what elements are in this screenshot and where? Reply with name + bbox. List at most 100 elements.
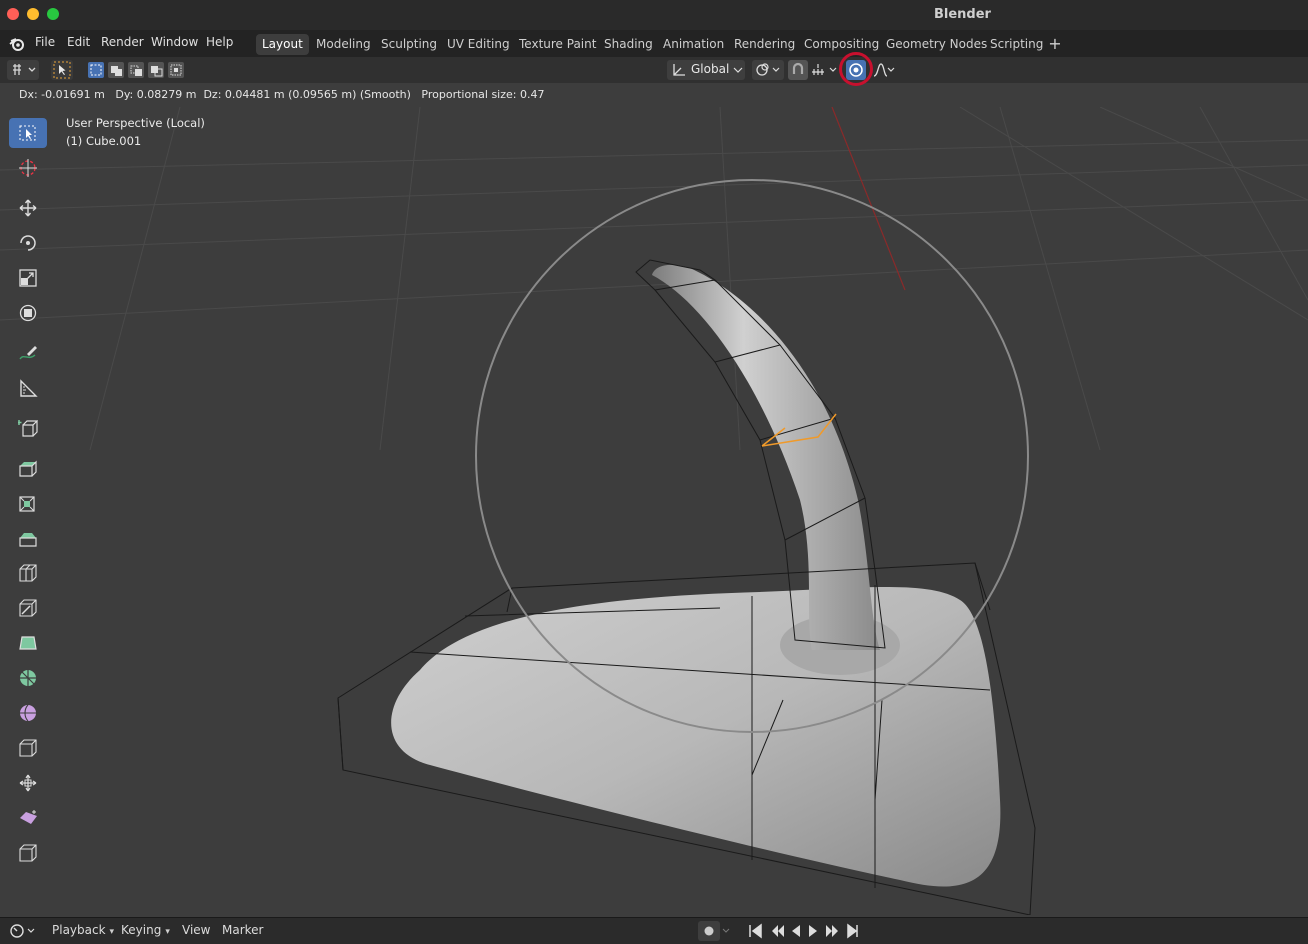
tool-rotate[interactable] (9, 228, 47, 258)
grid-floor (0, 107, 1308, 451)
tab-shading[interactable]: Shading (598, 34, 659, 55)
proportional-size: Proportional size: 0.47 (421, 88, 545, 101)
jump-start-button[interactable] (749, 923, 762, 939)
keying-label: Keying (121, 923, 162, 937)
shear-icon (20, 810, 37, 824)
tool-edge-slide[interactable] (9, 733, 47, 763)
snapping-group (788, 60, 838, 80)
timeline-playback-menu[interactable]: Playback ▾ (52, 923, 114, 937)
select-invert-icon[interactable] (148, 62, 164, 78)
tool-measure[interactable] (9, 373, 47, 403)
close-window-button[interactable] (7, 8, 19, 20)
3d-viewport[interactable]: User Perspective (Local) (1) Cube.001 (0, 107, 1308, 915)
tool-scale[interactable] (9, 263, 47, 293)
tab-sculpting[interactable]: Sculpting (375, 34, 443, 55)
chevron-down-icon (733, 67, 743, 73)
add-workspace-button[interactable]: + (1046, 34, 1064, 54)
snap-magnet-icon[interactable] (788, 60, 808, 80)
maximize-window-button[interactable] (47, 8, 59, 20)
select-new-icon[interactable] (88, 62, 104, 78)
cursor-arrow-icon (53, 61, 71, 79)
window-title: Blender (934, 7, 991, 22)
base-mesh[interactable] (391, 587, 1001, 887)
tool-inset[interactable] (9, 488, 47, 518)
tool-add-cube[interactable] (9, 413, 47, 443)
minimize-window-button[interactable] (27, 8, 39, 20)
tool-knife[interactable] (9, 593, 47, 623)
tab-uv-editing[interactable]: UV Editing (441, 34, 516, 55)
tool-poly-build[interactable] (9, 628, 47, 658)
viewport-object-label: (1) Cube.001 (66, 134, 142, 148)
tab-rendering[interactable]: Rendering (728, 34, 801, 55)
proportional-falloff-dropdown[interactable] (872, 60, 898, 80)
tool-extrude[interactable] (9, 453, 47, 483)
delta-z: Dz: 0.04481 m (0.09565 m) (Smooth) (203, 88, 411, 101)
tab-geometry-nodes[interactable]: Geometry Nodes (880, 34, 993, 55)
tab-animation[interactable]: Animation (657, 34, 730, 55)
record-button[interactable] (698, 921, 720, 941)
rotate-icon (20, 235, 36, 251)
annotate-icon (19, 346, 37, 360)
tab-modeling[interactable]: Modeling (310, 34, 377, 55)
tool-smooth[interactable] (9, 698, 47, 728)
jump-end-button[interactable] (847, 923, 858, 939)
tool-rip[interactable] (9, 838, 47, 868)
orientation-axes-icon (673, 64, 685, 76)
tool-move[interactable] (9, 193, 47, 223)
transform-icon (19, 304, 37, 322)
timeline-keying-menu[interactable]: Keying ▾ (121, 923, 170, 937)
delta-x: Dx: -0.01691 m (19, 88, 105, 101)
tab-scripting[interactable]: Scripting (984, 34, 1049, 55)
poly-build-icon (19, 636, 37, 650)
smooth-icon (20, 704, 36, 722)
spin-icon (20, 670, 36, 686)
timeline-marker-menu[interactable]: Marker (222, 923, 263, 937)
menu-render[interactable]: Render (101, 35, 144, 49)
select-extend-icon[interactable] (108, 62, 124, 78)
editor-type-button[interactable] (7, 60, 39, 80)
tool-bevel[interactable] (9, 523, 47, 553)
delta-y: Dy: 0.08279 m (115, 88, 197, 101)
menu-file[interactable]: File (35, 35, 55, 49)
tool-annotate[interactable] (9, 338, 47, 368)
shrink-fatten-icon (19, 774, 37, 792)
playback-controls (698, 921, 858, 941)
tool-cursor[interactable] (9, 153, 47, 183)
menu-help[interactable]: Help (206, 35, 233, 49)
falloff-curve-icon (873, 63, 895, 77)
tool-spin[interactable] (9, 663, 47, 693)
pivot-point-dropdown[interactable] (752, 60, 784, 80)
transform-orientation-label: Global (691, 62, 730, 76)
x-axis-line (831, 107, 906, 291)
select-box-icon (19, 125, 36, 141)
transform-orientation-dropdown[interactable]: Global (667, 60, 745, 80)
jump-keyframe-back-button[interactable] (772, 925, 784, 937)
select-intersect-icon[interactable] (168, 62, 184, 78)
play-button[interactable] (809, 925, 817, 937)
viewport-header (0, 57, 1308, 83)
record-options-chevron-icon[interactable] (722, 928, 730, 933)
editor-type-icon (13, 64, 36, 75)
select-mode-tweak-button[interactable] (51, 60, 73, 80)
select-subtract-icon[interactable] (128, 62, 144, 78)
selection-mode-group (86, 60, 184, 80)
tool-loop-cut[interactable] (9, 558, 47, 588)
tab-layout[interactable]: Layout (256, 34, 309, 55)
menu-window[interactable]: Window (151, 35, 198, 49)
tool-transform[interactable] (9, 298, 47, 328)
tool-select-box[interactable] (9, 118, 47, 148)
tab-texture-paint[interactable]: Texture Paint (513, 34, 602, 55)
bevel-icon (19, 533, 37, 547)
timeline-editor-type-button[interactable] (8, 921, 38, 941)
tool-shrink-fatten[interactable] (9, 768, 47, 798)
knife-icon (19, 599, 37, 617)
menu-edit[interactable]: Edit (67, 35, 90, 49)
viewport-perspective-label: User Perspective (Local) (66, 116, 205, 130)
tool-shear[interactable] (9, 803, 47, 833)
jump-keyframe-forward-button[interactable] (826, 925, 838, 937)
blender-logo-icon[interactable] (9, 36, 25, 52)
timeline-view-menu[interactable]: View (182, 923, 210, 937)
snap-increment-icon[interactable] (812, 64, 824, 75)
play-reverse-button[interactable] (792, 925, 800, 937)
scene-canvas[interactable] (0, 107, 1308, 915)
